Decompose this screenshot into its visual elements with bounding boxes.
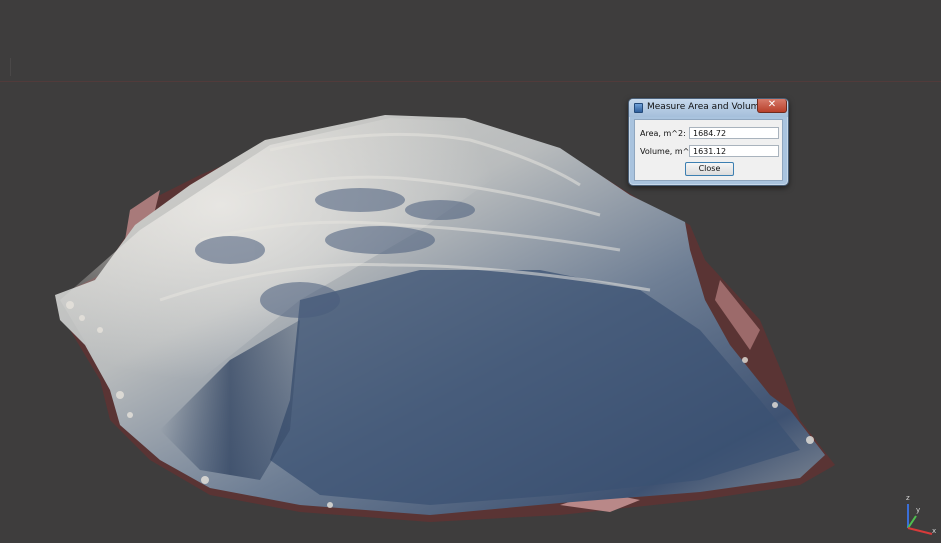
horizon-line — [0, 81, 941, 82]
3d-viewport[interactable]: Measure Area and Volume ✕ Area, m^2: Vol… — [0, 0, 941, 543]
measure-area-volume-dialog: Measure Area and Volume ✕ Area, m^2: Vol… — [628, 98, 789, 186]
area-field[interactable] — [689, 127, 779, 139]
area-label: Area, m^2: — [640, 129, 686, 138]
axis-gizmo-icon: z y x — [898, 494, 938, 538]
x-axis-line — [907, 527, 933, 535]
y-axis-line — [907, 515, 917, 529]
y-axis-label: y — [916, 506, 921, 514]
dialog-title: Measure Area and Volume — [647, 102, 765, 112]
app-window-icon — [634, 103, 643, 113]
dialog-body: Area, m^2: Volume, m^3: Close — [634, 119, 783, 181]
close-icon[interactable]: ✕ — [757, 99, 787, 113]
dialog-titlebar[interactable]: Measure Area and Volume ✕ — [629, 99, 788, 117]
volume-field[interactable] — [689, 145, 779, 157]
x-axis-label: x — [932, 527, 937, 535]
z-axis-label: z — [906, 494, 910, 502]
close-button[interactable]: Close — [685, 162, 734, 176]
grid-tick — [10, 58, 11, 76]
